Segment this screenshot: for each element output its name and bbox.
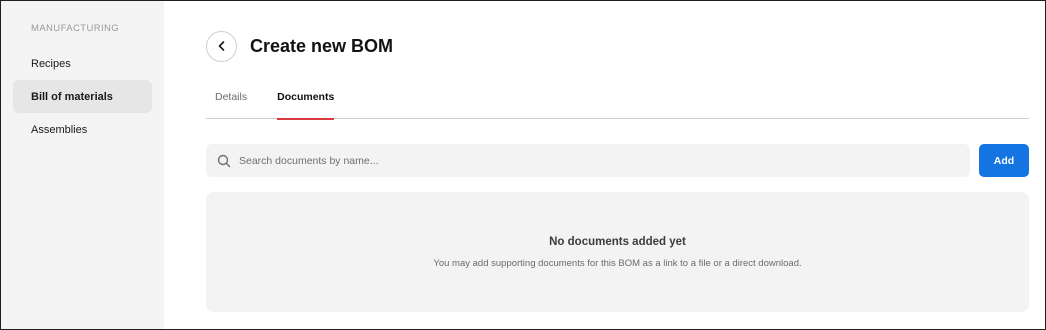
back-button[interactable]: [206, 30, 237, 62]
sidebar-item-bill-of-materials[interactable]: Bill of materials: [13, 80, 152, 113]
search-box[interactable]: [206, 144, 970, 177]
empty-state-title: No documents added yet: [549, 236, 686, 248]
tab-bar: Details Documents: [206, 83, 1029, 120]
tab-documents[interactable]: Documents: [277, 83, 335, 120]
search-input[interactable]: [239, 154, 939, 167]
tab-details[interactable]: Details: [215, 83, 247, 119]
sidebar-section-label: MANUFACTURING: [31, 23, 120, 34]
sidebar: MANUFACTURING Recipes Bill of materials …: [1, 1, 164, 329]
sidebar-item-label: Bill of materials: [31, 90, 113, 103]
main-content: Create new BOM Details Documents Add No …: [164, 1, 1045, 329]
sidebar-item-label: Assemblies: [31, 123, 88, 136]
sidebar-item-label: Recipes: [31, 57, 71, 70]
page-title: Create new BOM: [250, 35, 394, 56]
empty-state-panel: No documents added yet You may add suppo…: [206, 192, 1029, 312]
app-window: MANUFACTURING Recipes Bill of materials …: [0, 0, 1046, 330]
page-header: Create new BOM: [206, 30, 1029, 62]
sidebar-item-recipes[interactable]: Recipes: [13, 47, 152, 80]
sidebar-item-assemblies[interactable]: Assemblies: [13, 113, 152, 146]
search-icon: [217, 154, 231, 167]
add-button[interactable]: Add: [979, 144, 1029, 177]
documents-toolbar: Add: [206, 144, 1029, 177]
chevron-left-icon: [218, 41, 224, 51]
empty-state-description: You may add supporting documents for thi…: [433, 258, 802, 269]
